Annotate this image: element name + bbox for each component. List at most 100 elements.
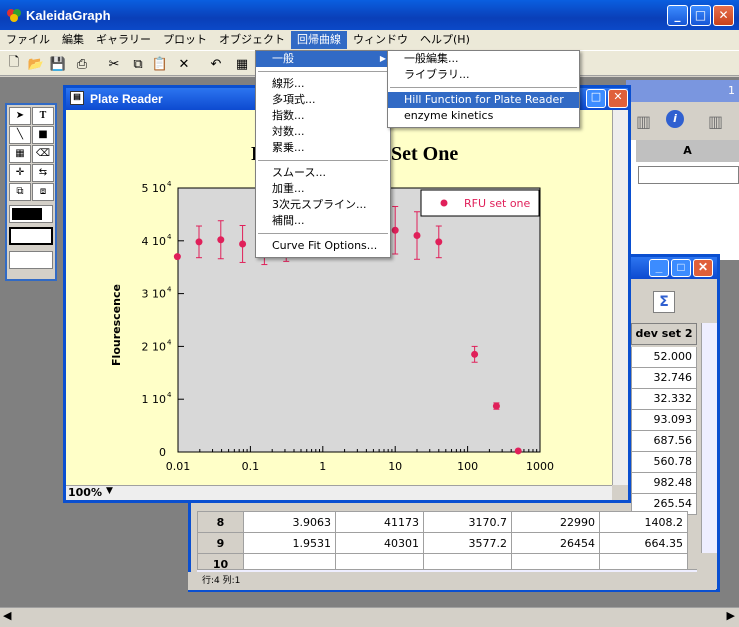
data-point — [492, 402, 500, 410]
table-cell[interactable]: 22990 — [511, 511, 600, 533]
background-data-window: 1 ▥ i ▥ A — [625, 80, 739, 260]
menu-4[interactable]: オブジェクト — [213, 31, 291, 49]
undo-icon[interactable]: ↶ — [206, 54, 226, 74]
scroll-left-arrow-icon[interactable]: ◀ — [3, 609, 11, 622]
regression-menu-item-6[interactable]: スムース... — [256, 165, 390, 181]
columns-icon[interactable]: ▥ — [708, 112, 723, 131]
dev-set-2-cell[interactable]: 52.000 — [631, 347, 697, 368]
plot-horizontal-scrollbar[interactable]: 100% ▼ — [66, 485, 612, 500]
paste-icon[interactable]: 📋 — [150, 54, 170, 74]
rectangle-tool-icon[interactable]: ■ — [32, 126, 54, 144]
y-tick-label: 4 10 — [142, 235, 167, 248]
close-button[interactable]: ✕ — [713, 5, 734, 26]
table-cell[interactable]: 3577.2 — [423, 532, 512, 554]
color-swatch[interactable] — [9, 205, 53, 223]
table-cell[interactable]: 41173 — [335, 511, 424, 533]
column-header-dev-set-2[interactable]: dev set 2 — [631, 323, 697, 345]
table-cell[interactable]: 40301 — [335, 532, 424, 554]
y-tick-label: 2 10 — [142, 340, 167, 353]
menu-1[interactable]: 編集 — [56, 31, 90, 49]
maximize-button[interactable]: □ — [690, 5, 711, 26]
print-icon[interactable]: ⎙ — [72, 54, 92, 74]
pointer-tool-icon[interactable]: ➤ — [9, 107, 31, 125]
plot-vertical-scrollbar[interactable] — [612, 110, 628, 485]
general-submenu-item-2[interactable]: Hill Function for Plate Reader — [388, 92, 579, 108]
y-tick-exponent: 4 — [167, 391, 172, 399]
regression-menu-item-4[interactable]: 対数... — [256, 124, 390, 140]
group-tool-icon[interactable]: ⧈ — [32, 183, 54, 201]
table-cell[interactable]: 1408.2 — [599, 511, 688, 533]
general-submenu-item-3[interactable]: enzyme kinetics — [388, 108, 579, 124]
zoom-dropdown-arrow-icon[interactable]: ▼ — [106, 486, 113, 496]
menu-3[interactable]: プロット — [157, 31, 213, 49]
general-submenu-item-1[interactable]: ライブラリ... — [388, 67, 579, 83]
table-cell[interactable]: 1.9531 — [243, 532, 336, 554]
plate-close-button[interactable]: ✕ — [608, 89, 628, 108]
line-style-selector[interactable] — [9, 227, 53, 245]
new-file-icon[interactable]: 🗋 — [4, 54, 24, 74]
delete-icon[interactable]: ✕ — [174, 54, 194, 74]
table-row: 8 3.9063 41173 3170.7 22990 1408.2 — [197, 511, 688, 533]
general-submenu-item-0[interactable]: 一般編集... — [388, 51, 579, 67]
data-minimize-button[interactable]: _ — [649, 259, 669, 277]
kaleidagraph-logo-icon — [7, 9, 21, 22]
cell-input[interactable] — [638, 166, 739, 184]
layer-tool-icon[interactable]: ⧉ — [9, 183, 31, 201]
pattern-selector[interactable] — [9, 251, 53, 269]
table-tool-icon[interactable]: ▦ — [9, 145, 31, 163]
text-tool-icon[interactable]: T — [32, 107, 54, 125]
vertical-scrollbar[interactable] — [701, 323, 717, 553]
table-cell[interactable]: 26454 — [511, 532, 600, 554]
sigma-stats-icon[interactable]: Σ — [653, 291, 675, 313]
data-point — [514, 447, 522, 455]
table-row: 9 1.9531 40301 3577.2 26454 664.35 — [197, 532, 688, 554]
bar-chart-icon[interactable]: ▥ — [636, 112, 651, 131]
data-maximize-button[interactable]: □ — [671, 259, 691, 277]
data-close-button[interactable]: ✕ — [693, 259, 713, 277]
regression-menu-item-5[interactable]: 累乗... — [256, 140, 390, 156]
dev-set-2-cell[interactable]: 560.78 — [631, 452, 697, 473]
regression-menu-item-2[interactable]: 多項式... — [256, 92, 390, 108]
cursor-tool-icon[interactable]: ⇆ — [32, 164, 54, 182]
regression-menu-item-10[interactable]: Curve Fit Options... — [256, 238, 390, 254]
regression-menu-item-3[interactable]: 指数... — [256, 108, 390, 124]
dev-set-2-cell[interactable]: 93.093 — [631, 410, 697, 431]
menu-0[interactable]: ファイル — [0, 31, 56, 49]
copy-icon[interactable]: ⧉ — [128, 54, 148, 74]
table-cell[interactable]: 3170.7 — [423, 511, 512, 533]
regression-menu-item-1[interactable]: 線形... — [256, 76, 390, 92]
save-icon[interactable]: 💾 — [48, 54, 68, 74]
crosshair-tool-icon[interactable]: ✛ — [9, 164, 31, 182]
menu-2[interactable]: ギャラリー — [90, 31, 157, 49]
minimize-button[interactable]: _ — [667, 5, 688, 26]
main-horizontal-scrollbar[interactable]: ◀ ▶ — [0, 607, 739, 623]
dev-set-2-cell[interactable]: 687.56 — [631, 431, 697, 452]
zoom-selector[interactable]: 100% — [68, 486, 102, 499]
y-tick-label: 0 — [159, 446, 166, 459]
regression-menu-item-7[interactable]: 加重... — [256, 181, 390, 197]
cut-icon[interactable]: ✂ — [104, 54, 124, 74]
line-tool-icon[interactable]: ╲ — [9, 126, 31, 144]
regression-menu-item-0[interactable]: 一般 ▶ — [256, 51, 390, 67]
row-number[interactable]: 9 — [197, 532, 244, 554]
table-cell[interactable]: 664.35 — [599, 532, 688, 554]
scroll-right-arrow-icon[interactable]: ▶ — [727, 609, 735, 622]
regression-menu-item-9[interactable]: 補間... — [256, 213, 390, 229]
menu-5[interactable]: 回帰曲線 — [291, 31, 347, 49]
open-folder-icon[interactable]: 📂 — [26, 54, 46, 74]
data-table: 8 3.9063 41173 3170.7 22990 1408.2 9 1.9531 4030… — [197, 511, 688, 575]
info-icon[interactable]: i — [666, 110, 684, 128]
dev-set-2-cell[interactable]: 982.48 — [631, 473, 697, 494]
legend-marker — [440, 199, 448, 207]
layout-icon[interactable]: ▦ — [232, 54, 252, 74]
regression-menu-item-8[interactable]: 3次元スプライン... — [256, 197, 390, 213]
dev-set-2-cell[interactable]: 32.746 — [631, 368, 697, 389]
table-cell[interactable]: 3.9063 — [243, 511, 336, 533]
eraser-tool-icon[interactable]: ⌫ — [32, 145, 54, 163]
dev-set-2-cell[interactable]: 32.332 — [631, 389, 697, 410]
column-header-a[interactable]: A — [636, 140, 739, 162]
menu-6[interactable]: ウィンドウ — [347, 31, 414, 49]
menu-7[interactable]: ヘルプ(H) — [414, 31, 476, 49]
plate-maximize-button[interactable]: □ — [586, 89, 606, 108]
row-number[interactable]: 8 — [197, 511, 244, 533]
